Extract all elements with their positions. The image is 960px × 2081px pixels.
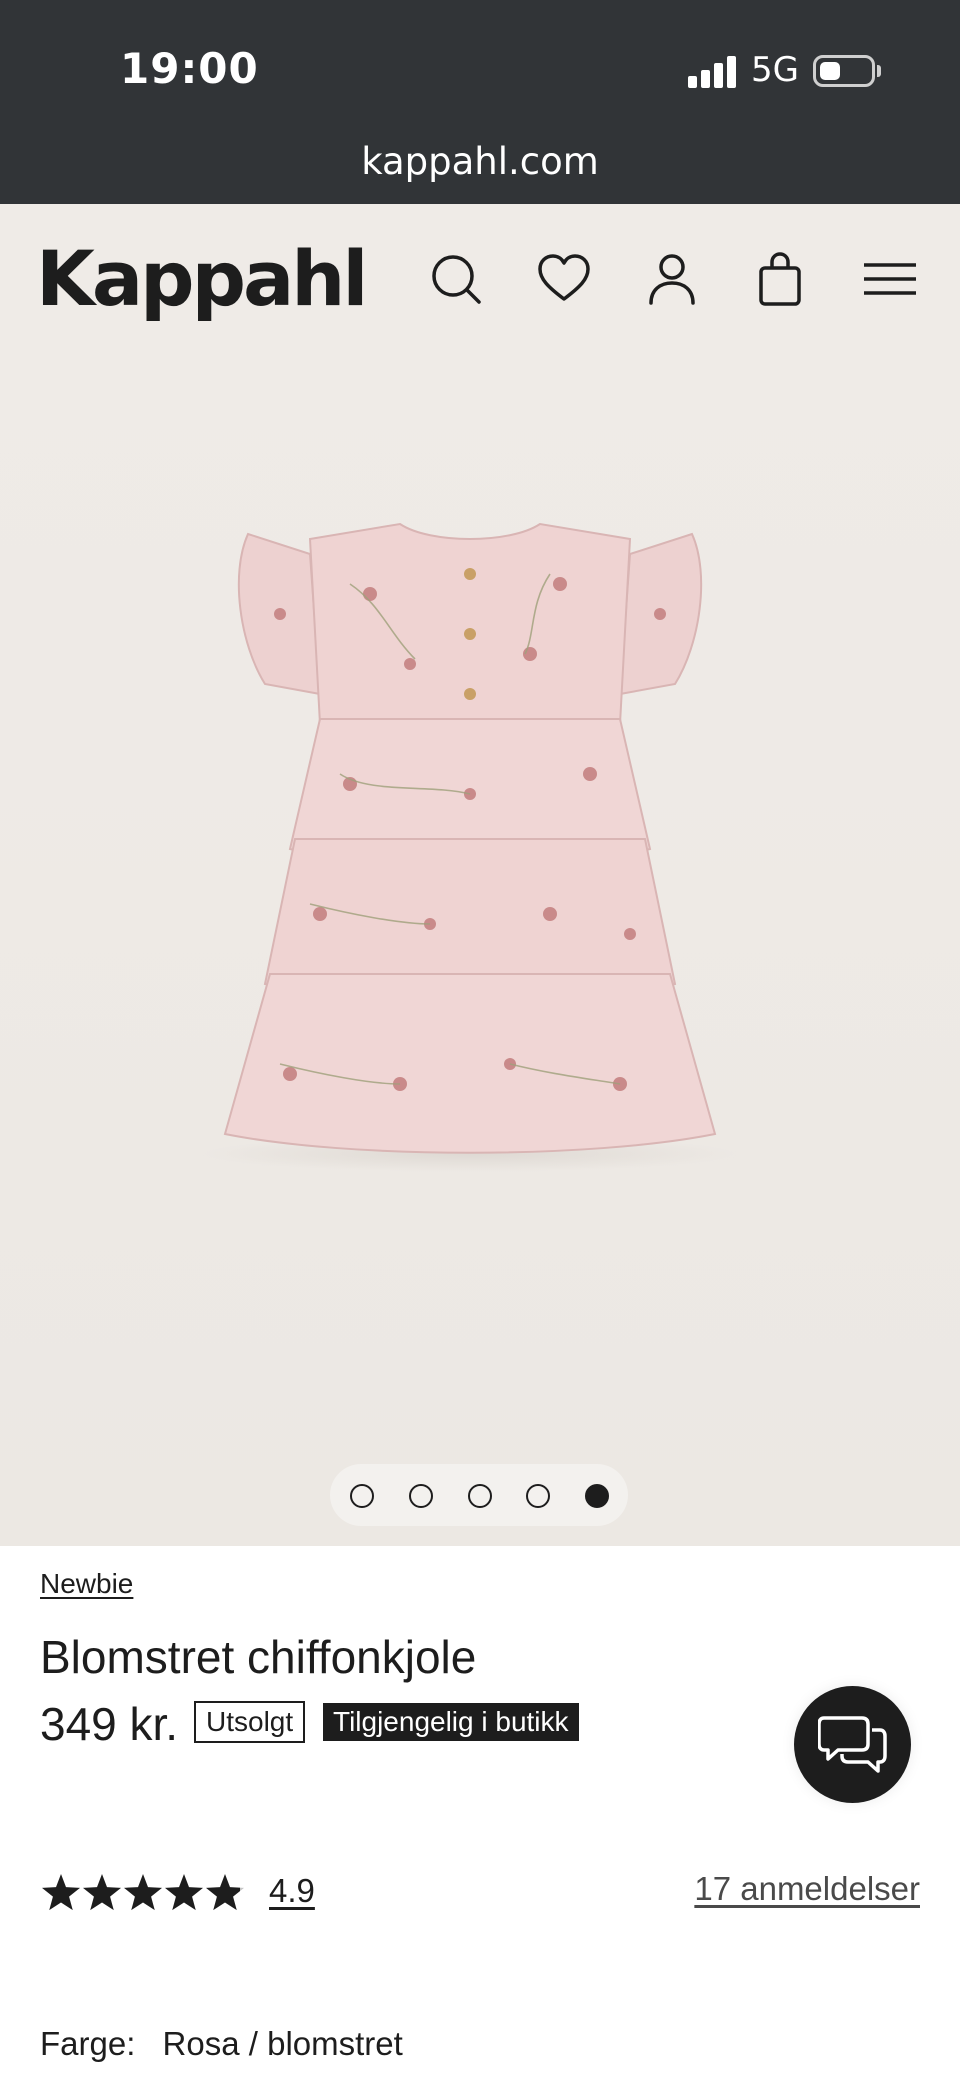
brand-link[interactable]: Newbie — [40, 1568, 133, 1600]
carousel-dot-4[interactable] — [526, 1484, 550, 1508]
product-image[interactable] — [0, 349, 960, 1546]
rating-row: 4.9 17 anmeldelser — [40, 1870, 920, 1920]
status-time: 19:00 — [120, 44, 259, 93]
reviews-link[interactable]: 17 anmeldelser — [694, 1870, 920, 1908]
color-label: Farge: — [40, 2025, 136, 2062]
heart-icon[interactable] — [536, 251, 592, 307]
carousel-dot-3[interactable] — [468, 1484, 492, 1508]
menu-icon[interactable] — [860, 251, 920, 307]
color-row: Farge: Rosa / blomstret — [40, 2025, 403, 2063]
address-bar[interactable]: kappahl.com — [0, 140, 960, 183]
rating-star-3 — [123, 1874, 163, 1911]
color-value: Rosa / blomstret — [162, 2025, 403, 2062]
status-bar: 19:00 5G kappahl.com — [0, 0, 960, 204]
battery-tip — [877, 65, 881, 77]
signal-icon — [688, 56, 738, 88]
user-icon[interactable] — [644, 251, 700, 307]
rating-star-1 — [41, 1874, 81, 1911]
rating-value[interactable]: 4.9 — [269, 1872, 315, 1910]
network-label: 5G — [751, 50, 799, 90]
carousel-dots — [330, 1464, 628, 1526]
product-title: Blomstret chiffonkjole — [40, 1631, 477, 1683]
bag-icon[interactable] — [752, 251, 808, 307]
in-store-badge: Tilgjengelig i butikk — [323, 1703, 579, 1741]
site-header: Kappahl — [0, 204, 960, 349]
rating-stars — [41, 1874, 245, 1911]
sold-out-badge: Utsolgt — [194, 1701, 306, 1743]
search-icon[interactable] — [428, 251, 484, 307]
chat-icon — [818, 1716, 887, 1773]
dress-image — [200, 522, 740, 1172]
carousel-dot-1[interactable] — [350, 1484, 374, 1508]
rating-star-5 — [205, 1874, 245, 1911]
logo[interactable]: Kappahl — [36, 234, 368, 323]
carousel-dot-5[interactable] — [585, 1484, 609, 1508]
battery-icon — [813, 55, 875, 87]
product-price: 349 kr. — [40, 1698, 179, 1750]
rating-star-2 — [82, 1874, 122, 1911]
chat-button[interactable] — [794, 1686, 911, 1803]
rating-star-4 — [164, 1874, 204, 1911]
carousel-dot-2[interactable] — [409, 1484, 433, 1508]
